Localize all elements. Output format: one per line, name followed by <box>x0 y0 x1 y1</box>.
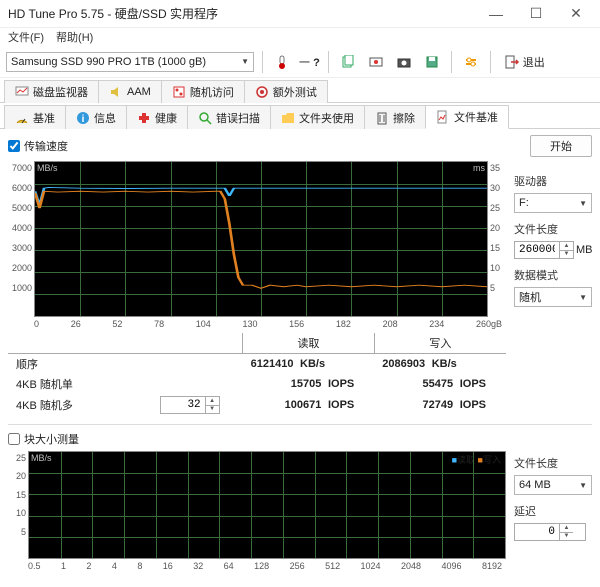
file-length-spinner[interactable]: ▲▼ <box>514 241 574 259</box>
file-length2-label: 文件长度 <box>514 455 592 471</box>
monitor-icon <box>15 85 29 99</box>
file-length-label: 文件长度 <box>514 221 592 237</box>
menu-help[interactable]: 帮助(H) <box>56 29 93 45</box>
titlebar: HD Tune Pro 5.75 - 硬盘/SSD 实用程序 — ☐ ✕ <box>0 0 600 28</box>
speaker-icon <box>109 85 123 99</box>
tabs-row-top: 磁盘监视器 AAM 随机访问 额外测试 <box>0 79 600 103</box>
chart2-unit: MB/s <box>31 453 52 463</box>
divider <box>262 51 263 73</box>
series-write <box>35 191 487 288</box>
window-title: HD Tune Pro 5.75 - 硬盘/SSD 实用程序 <box>8 5 476 22</box>
delay-label: 延迟 <box>514 503 592 519</box>
tab-info[interactable]: i信息 <box>65 105 127 129</box>
copy-icon[interactable] <box>337 51 359 73</box>
queue-depth-spinner[interactable]: ▲▼ <box>160 396 220 414</box>
chart2-y-axis: 252015105 <box>8 451 28 559</box>
table-row: 顺序 6121410 KB/s 2086903 KB/s <box>8 354 506 375</box>
spinner-up-icon[interactable]: ▲ <box>560 242 573 251</box>
divider <box>490 51 491 73</box>
spinner-down-icon[interactable]: ▼ <box>560 251 573 259</box>
temperature-icon[interactable] <box>271 51 293 73</box>
close-button[interactable]: ✕ <box>556 0 596 28</box>
tab-aam[interactable]: AAM <box>98 80 162 103</box>
data-mode-label: 数据模式 <box>514 267 592 283</box>
table-row: 4KB 随机多 ▲▼ 100671 IOPS 72749 IOPS <box>8 394 506 416</box>
chevron-down-icon: ▼ <box>579 293 587 302</box>
driver-label: 驱动器 <box>514 173 592 189</box>
divider <box>451 51 452 73</box>
tab-error-scan[interactable]: 错误扫描 <box>187 105 271 129</box>
spinner-up-icon[interactable]: ▲ <box>560 524 573 533</box>
folder-icon <box>281 111 295 125</box>
erase-icon <box>375 111 389 125</box>
chart2-x-axis: 0.512481632641282565121024204840968192 <box>8 559 506 571</box>
start-button[interactable]: 开始 <box>530 135 592 157</box>
chart1-y-axis-left: 7000600050004000300020001000 <box>8 161 34 317</box>
camera-icon[interactable] <box>393 51 415 73</box>
transfer-speed-input[interactable] <box>8 140 20 152</box>
delay-spinner[interactable]: ▲▼ <box>514 523 586 541</box>
file-length2-select[interactable]: 64 MB▼ <box>514 475 592 495</box>
tab-health[interactable]: 健康 <box>126 105 188 129</box>
chart1-y-axis-right: 3530252015105 <box>488 161 506 317</box>
menubar: 文件(F) 帮助(H) <box>0 28 600 46</box>
random-icon <box>172 85 186 99</box>
sidebar-controls: 驱动器 F:▼ 文件长度 ▲▼ MB 数据模式 随机▼ <box>514 161 592 416</box>
tab-extra-test[interactable]: 额外测试 <box>244 80 328 103</box>
results-table: 读取 写入 顺序 6121410 KB/s 2086903 KB/s 4KB 随… <box>8 333 506 416</box>
exit-icon <box>505 55 519 69</box>
tab-erase[interactable]: 擦除 <box>364 105 426 129</box>
chevron-down-icon: ▼ <box>579 199 587 208</box>
screenshot-icon[interactable] <box>365 51 387 73</box>
chart2-legend: ■读取 ■写入 <box>452 453 501 466</box>
device-select[interactable]: Samsung SSD 990 PRO 1TB (1000 gB) ▼ <box>6 52 254 72</box>
svg-text:i: i <box>82 114 85 125</box>
transfer-speed-checkbox[interactable]: 传输速度 <box>8 138 68 154</box>
minimize-button[interactable]: — <box>476 0 516 28</box>
chevron-down-icon: ▼ <box>579 481 587 490</box>
chart1-x-axis: 0265278104130156182208234260gB <box>8 317 506 329</box>
tab-file-benchmark[interactable]: 文件基准 <box>425 105 509 129</box>
maximize-button[interactable]: ☐ <box>516 0 556 28</box>
tab-benchmark[interactable]: 基准 <box>4 105 66 129</box>
transfer-chart-area: 7000600050004000300020001000 MB/s ms <box>8 161 506 317</box>
chevron-down-icon: ▼ <box>241 57 249 66</box>
spinner-down-icon[interactable]: ▼ <box>206 406 219 414</box>
content: 传输速度 开始 7000600050004000300020001000 MB/… <box>0 129 600 581</box>
series-read <box>35 187 487 205</box>
gauge-icon <box>15 111 29 125</box>
data-mode-select[interactable]: 随机▼ <box>514 287 592 307</box>
transfer-chart: MB/s ms <box>34 161 488 317</box>
device-select-value: Samsung SSD 990 PRO 1TB (1000 gB) <box>11 56 206 68</box>
table-row: 4KB 随机单 15705 IOPS 55475 IOPS <box>8 374 506 394</box>
tab-folder-usage[interactable]: 文件夹使用 <box>270 105 365 129</box>
scan-icon <box>198 111 212 125</box>
tab-disk-monitor[interactable]: 磁盘监视器 <box>4 80 99 103</box>
toolbar: Samsung SSD 990 PRO 1TB (1000 gB) ▼ 一 ? … <box>0 46 600 78</box>
tabs-row-bottom: 基准 i信息 健康 错误扫描 文件夹使用 擦除 文件基准 <box>0 104 600 129</box>
window-controls: — ☐ ✕ <box>476 0 596 28</box>
driver-select[interactable]: F:▼ <box>514 193 592 213</box>
blocksize-chart: MB/s ■读取 ■写入 <box>28 451 506 559</box>
divider <box>328 51 329 73</box>
block-size-input[interactable] <box>8 433 20 445</box>
menu-file[interactable]: 文件(F) <box>8 29 44 45</box>
block-size-checkbox[interactable]: 块大小测量 <box>8 431 592 447</box>
exit-button[interactable]: 退出 <box>499 51 551 73</box>
settings-icon[interactable] <box>460 51 482 73</box>
info-icon: i <box>76 111 90 125</box>
tab-random-access[interactable]: 随机访问 <box>161 80 245 103</box>
exit-label: 退出 <box>523 54 545 70</box>
spinner-up-icon[interactable]: ▲ <box>206 397 219 406</box>
file-benchmark-icon <box>436 110 450 124</box>
save-icon[interactable] <box>421 51 443 73</box>
temp-label: 一 ? <box>299 54 320 70</box>
spinner-down-icon[interactable]: ▼ <box>560 533 573 541</box>
extra-icon <box>255 85 269 99</box>
health-icon <box>137 111 151 125</box>
